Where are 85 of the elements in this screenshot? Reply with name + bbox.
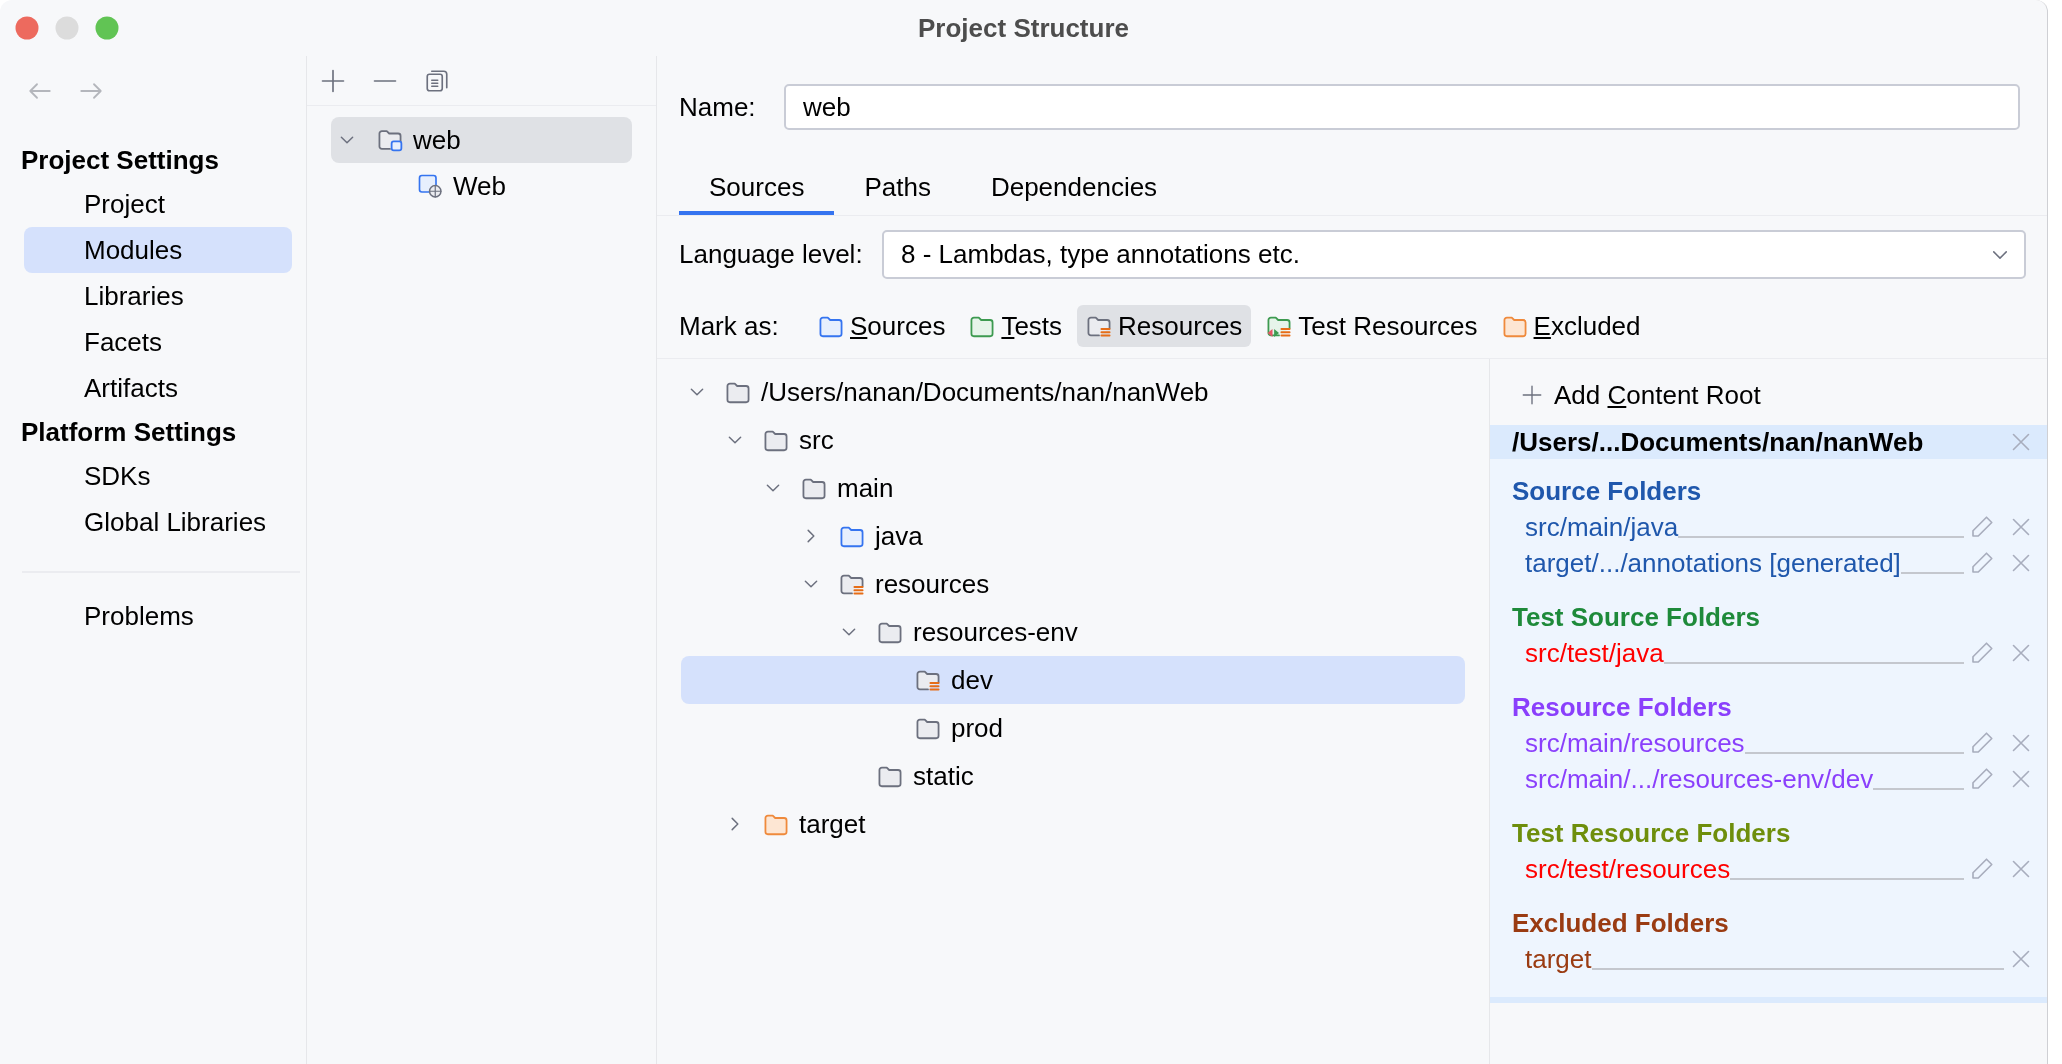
- window-zoom-button[interactable]: [95, 16, 119, 40]
- folder-icon: [877, 764, 903, 788]
- tab[interactable]: Sources: [679, 164, 835, 215]
- pencil-icon[interactable]: [1970, 767, 1994, 791]
- folder-icon: [801, 476, 827, 500]
- folder-path: src/main/.../resources-env/dev: [1525, 762, 1874, 796]
- folder-lines-icon: [1266, 314, 1293, 338]
- language-level-dropdown[interactable]: 8 - Lambdas, type annotations etc.: [882, 230, 2026, 279]
- close-icon[interactable]: [2011, 769, 2031, 789]
- pencil-icon[interactable]: [1970, 731, 1994, 755]
- copy-icon[interactable]: [425, 68, 449, 93]
- sidebar-item[interactable]: Libraries: [24, 273, 292, 319]
- folder-icon: [725, 380, 751, 404]
- tree-item[interactable]: web: [331, 117, 632, 163]
- folder-lines-icon: [915, 668, 941, 692]
- tree-item[interactable]: static: [681, 752, 1465, 800]
- sidebar-item[interactable]: Project: [24, 181, 292, 227]
- field-label: Mark as:: [679, 309, 780, 343]
- pencil-icon[interactable]: [1970, 641, 1994, 665]
- tree-item[interactable]: src: [681, 416, 1465, 464]
- content-root-path: /Users/...Documents/nan/nanWeb: [1512, 425, 1924, 459]
- close-icon[interactable]: [2011, 859, 2031, 879]
- folder-path: target/.../annotations [generated]: [1525, 546, 1901, 580]
- tab[interactable]: Dependencies: [960, 164, 1188, 215]
- pencil-icon[interactable]: [1970, 857, 1994, 881]
- mark-as-button[interactable]: Sources: [809, 305, 955, 347]
- tab[interactable]: Paths: [834, 164, 961, 215]
- folder-path: target: [1525, 942, 1592, 976]
- folder-lines-icon: [1086, 314, 1113, 338]
- folder-icon: [763, 812, 789, 836]
- close-icon[interactable]: [2011, 432, 2031, 452]
- sidebar-item[interactable]: SDKs: [24, 453, 292, 499]
- window-close-button[interactable]: [15, 16, 39, 40]
- section-heading: Project Settings: [20, 143, 220, 177]
- tree-item[interactable]: resources-env: [681, 608, 1465, 656]
- plus-icon: [1522, 385, 1542, 405]
- folder-path: src/main/java: [1525, 510, 1679, 544]
- folder-icon: [877, 620, 903, 644]
- pencil-icon[interactable]: [1970, 551, 1994, 575]
- folder-lines-icon: [839, 572, 865, 596]
- folder-icon: [818, 314, 844, 338]
- window-title: Project Structure: [918, 11, 1129, 45]
- folder-icon: [1501, 314, 1528, 338]
- mark-as-button[interactable]: Excluded: [1492, 305, 1650, 347]
- close-icon[interactable]: [2011, 643, 2031, 663]
- tree-item[interactable]: java: [681, 512, 1465, 560]
- sidebar-item[interactable]: Global Libraries: [24, 499, 292, 545]
- section-heading: Source Folders: [1511, 474, 1703, 508]
- tree-item[interactable]: main: [681, 464, 1465, 512]
- section-heading: Test Source Folders: [1511, 600, 1762, 634]
- tree-item[interactable]: dev: [681, 656, 1465, 704]
- mark-as-button[interactable]: Tests: [960, 305, 1072, 347]
- close-icon[interactable]: [2011, 733, 2031, 753]
- tree-item[interactable]: Web: [331, 163, 632, 209]
- folder-icon: [969, 314, 996, 338]
- folder-path: src/test/java: [1525, 636, 1664, 670]
- folder-icon: [839, 524, 865, 548]
- folder-path: src/test/resources: [1525, 852, 1731, 886]
- field-label: Language level:: [679, 238, 864, 271]
- sidebar-item[interactable]: Facets: [24, 319, 292, 365]
- tree-item[interactable]: target: [681, 800, 1465, 848]
- mark-as-button[interactable]: Test Resources: [1257, 305, 1487, 347]
- add-content-root-button[interactable]: Add Content Root: [1522, 375, 1761, 415]
- folder-icon: [763, 428, 789, 452]
- field-label: Name:: [679, 90, 757, 124]
- sidebar-item[interactable]: Artifacts: [24, 365, 292, 411]
- section-heading: Excluded Folders: [1511, 906, 1730, 940]
- globe-page-icon: [417, 174, 443, 198]
- close-icon[interactable]: [2011, 553, 2031, 573]
- tree-item[interactable]: /Users/nanan/Documents/nan/nanWeb: [681, 368, 1465, 416]
- sidebar-item[interactable]: Modules: [24, 227, 292, 273]
- folder-path: src/main/resources: [1525, 726, 1745, 760]
- close-icon[interactable]: [2011, 949, 2031, 969]
- section-heading: Platform Settings: [20, 415, 238, 449]
- name-field[interactable]: web: [784, 84, 2020, 130]
- tree-item[interactable]: prod: [681, 704, 1465, 752]
- section-heading: Resource Folders: [1511, 690, 1733, 724]
- folder-icon: [915, 716, 941, 740]
- tree-item[interactable]: resources: [681, 560, 1465, 608]
- sidebar-item[interactable]: Problems: [24, 593, 292, 639]
- section-heading: Test Resource Folders: [1511, 816, 1792, 850]
- pencil-icon[interactable]: [1970, 515, 1994, 539]
- close-icon[interactable]: [2011, 517, 2031, 537]
- plus-icon[interactable]: [321, 68, 345, 93]
- mark-as-button[interactable]: Resources: [1077, 305, 1252, 347]
